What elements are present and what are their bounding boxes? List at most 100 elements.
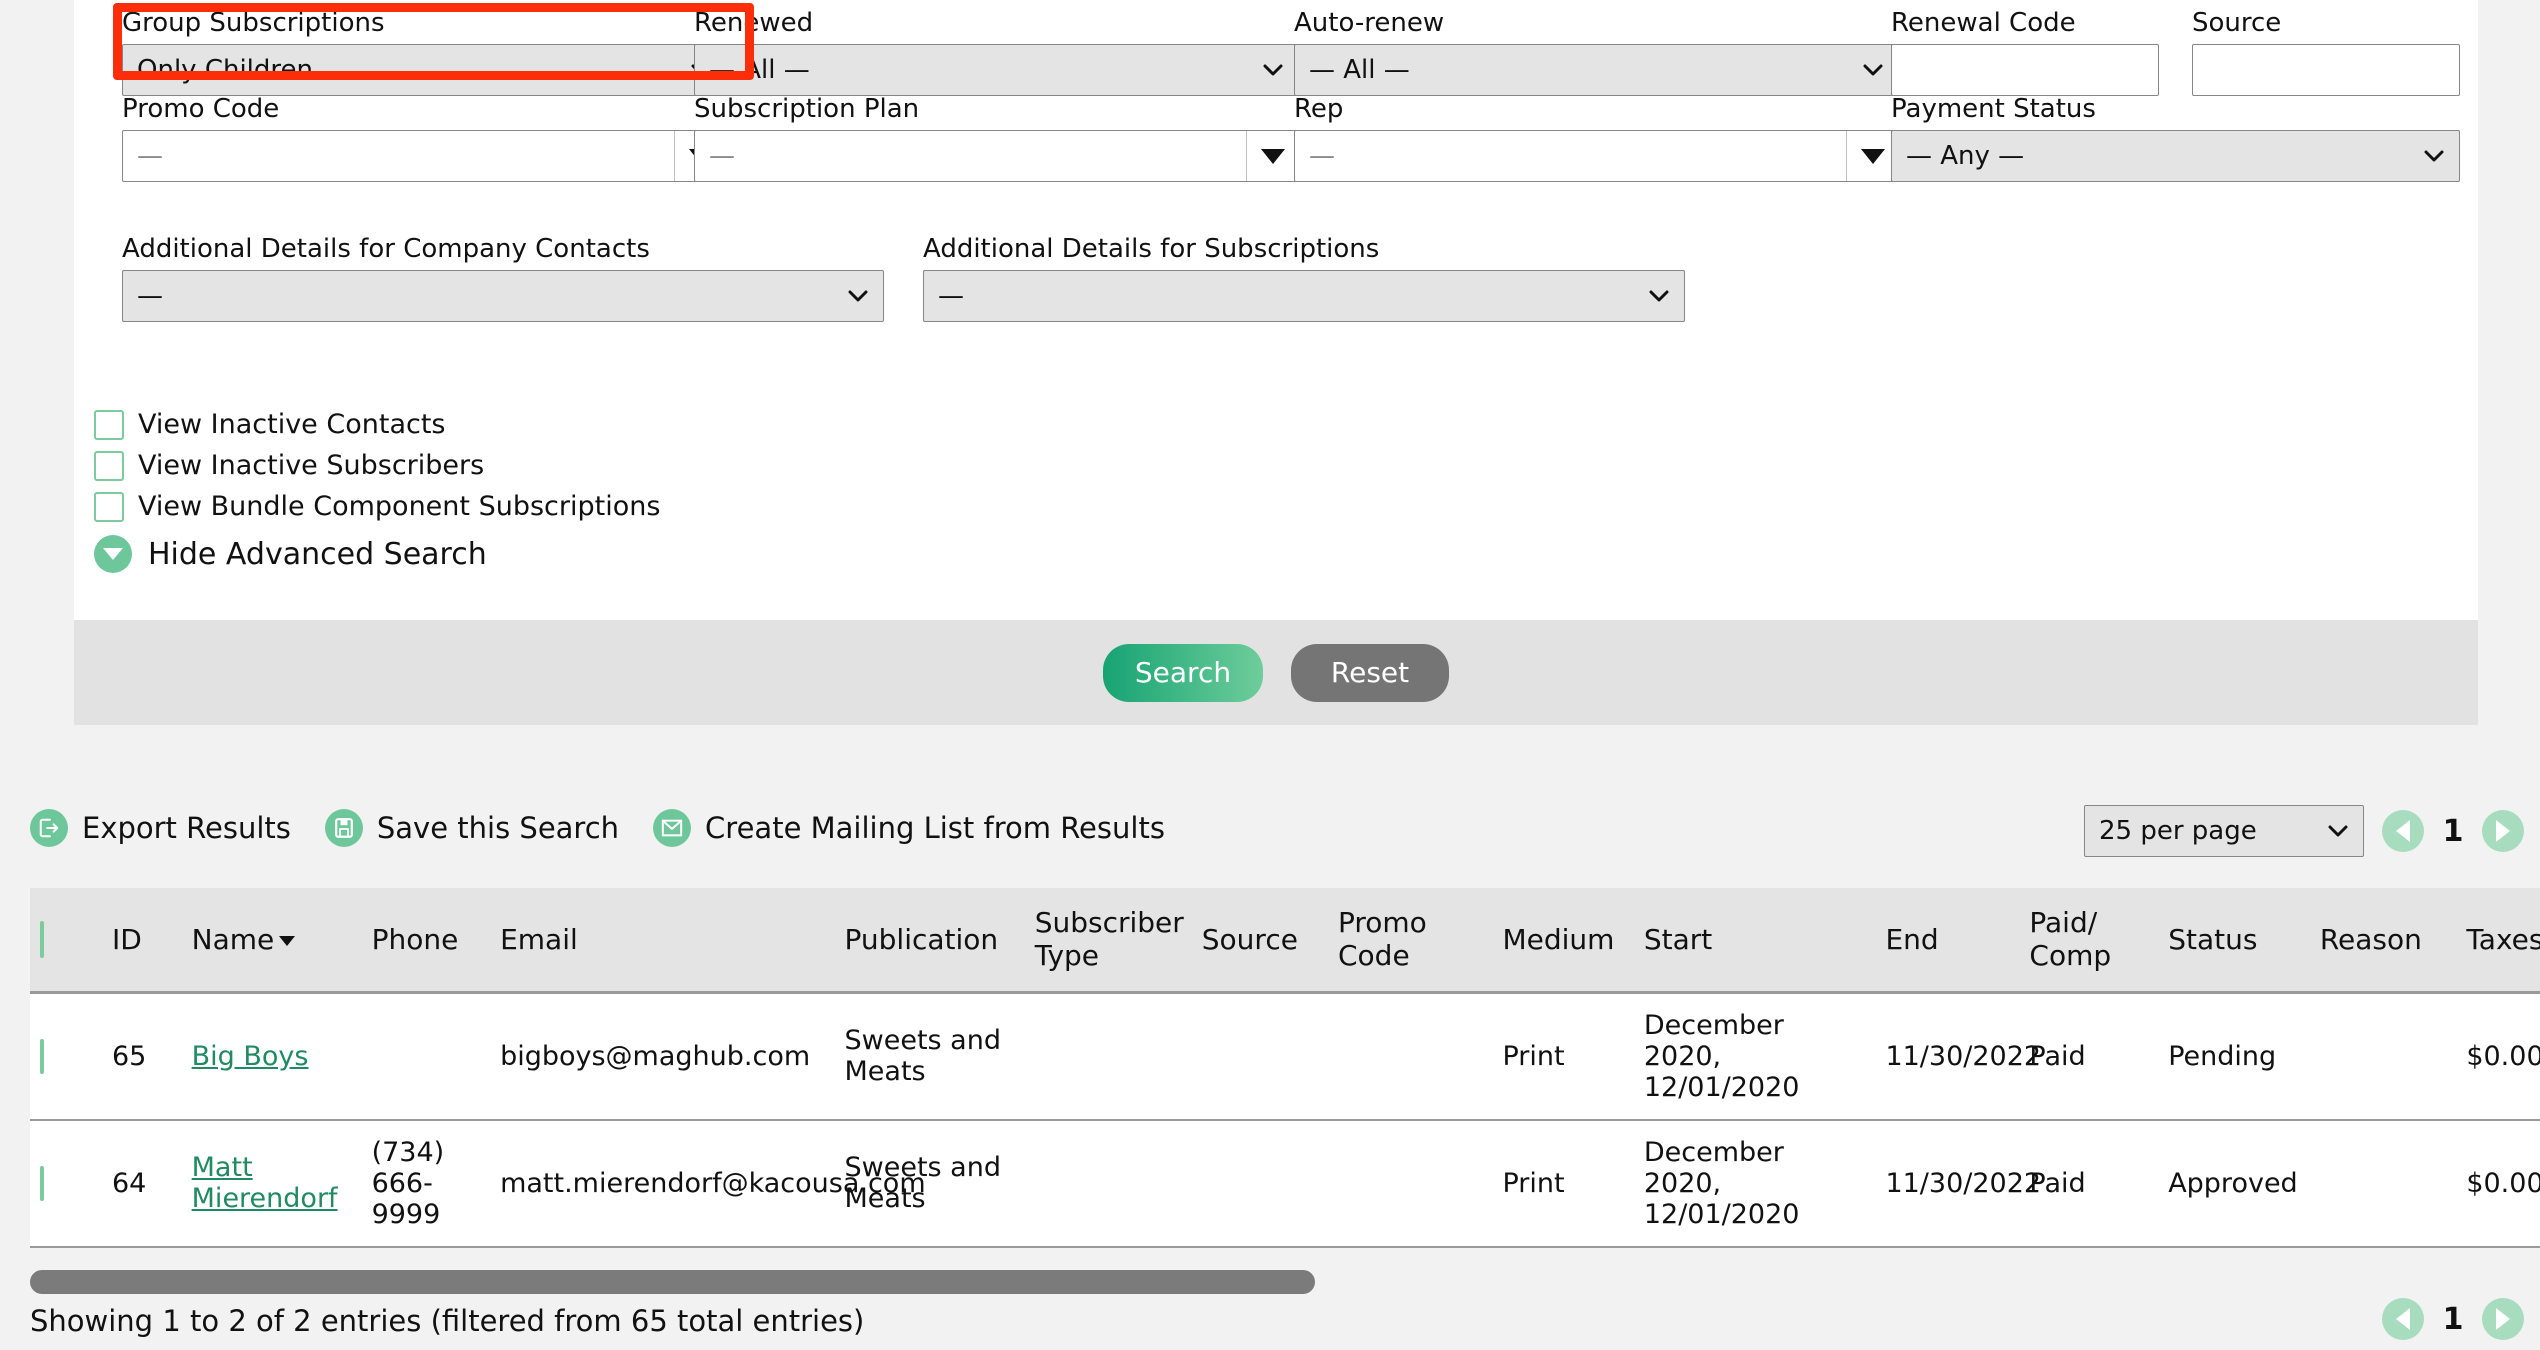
view-inactive-contacts-label: View Inactive Contacts [138,409,446,440]
select-all-checkbox[interactable] [40,920,44,958]
save-icon [324,809,363,847]
field-label-promo-code: Promo Code [122,94,280,124]
column-header-name[interactable]: Name [181,888,362,994]
renewed-select[interactable]: — All — [694,44,1299,96]
group-subscriptions-select[interactable]: Only Children [122,44,727,96]
column-header-medium[interactable]: Medium [1492,888,1634,994]
checkbox-row-view-inactive-contacts[interactable]: View Inactive Contacts [94,409,446,440]
table-row: 64 Matt Mierendorf (734) 666-9999 matt.m… [30,1119,2540,1248]
column-header-name-label: Name [191,922,275,956]
cell-phone: (734) 666-9999 [361,1119,491,1248]
field-additional-details-company-contacts: Additional Details for Company Contacts … [122,234,884,322]
cell-phone [361,992,491,1121]
cell-name: Big Boys [181,992,362,1121]
field-label-renewed: Renewed [694,8,814,38]
additional-details-company-contacts-select[interactable]: — [122,270,884,322]
column-header-end[interactable]: End [1875,888,2020,994]
cell-taxes: $0.00 [2456,992,2540,1121]
rep-combo[interactable]: — [1294,130,1899,182]
per-page-select[interactable]: 25 per page [2084,805,2364,857]
showing-entries-text: Showing 1 to 2 of 2 entries (filtered fr… [30,1304,865,1338]
export-results-action[interactable]: Export Results [30,809,291,847]
cell-subscriber-type [1024,992,1192,1121]
current-page-number-bottom: 1 [2442,1301,2464,1337]
cell-id: 64 [101,1119,182,1248]
field-label-group-subscriptions: Group Subscriptions [122,8,385,38]
column-header-subscriber-type[interactable]: Subscriber Type [1024,888,1192,994]
hide-advanced-search-toggle[interactable]: Hide Advanced Search [94,535,487,573]
field-label-subscription-plan: Subscription Plan [694,94,920,124]
renewal-code-input[interactable] [1891,44,2159,96]
prev-page-button-top[interactable] [2382,810,2424,852]
column-header-publication[interactable]: Publication [834,888,1025,994]
row-checkbox[interactable] [40,1165,44,1201]
reset-button[interactable]: Reset [1291,643,1449,702]
cell-publication: Sweets and Meats [834,1119,1025,1248]
table-horizontal-scrollbar[interactable] [30,1270,2510,1294]
view-bundle-component-subscriptions-checkbox[interactable] [94,491,124,522]
search-actions-band: Search Reset [74,620,2478,725]
current-page-number-top: 1 [2442,813,2464,849]
results-table-scroll-area[interactable]: ID Name Phone Email Publication Subscrib… [30,888,2540,1266]
next-page-button-top[interactable] [2482,810,2524,852]
save-this-search-action[interactable]: Save this Search [324,809,620,847]
next-page-button-bottom[interactable] [2482,1298,2524,1340]
left-gutter [0,0,74,620]
field-additional-details-subscriptions: Additional Details for Subscriptions — [923,234,1685,322]
subscription-plan-combo[interactable]: — [694,130,1299,182]
payment-status-select[interactable]: — Any — [1891,130,2460,182]
subscription-plan-dropdown-button[interactable] [1246,131,1298,181]
row-name-link[interactable]: Big Boys [192,1041,309,1072]
cell-reason [2309,1119,2457,1248]
column-header-start[interactable]: Start [1633,888,1876,994]
cell-promo-code [1327,1119,1493,1248]
column-header-source[interactable]: Source [1191,888,1328,994]
column-header-reason[interactable]: Reason [2309,888,2457,994]
page-root: Group Subscriptions Only Children Renewe… [0,0,2540,1350]
search-button[interactable]: Search [1103,643,1263,702]
envelope-icon [653,809,692,847]
cell-paid-comp: Paid [2019,992,2159,1121]
chevron-right-icon [2496,1308,2510,1330]
column-header-status[interactable]: Status [2158,888,2310,994]
cell-end: 11/30/2022 [1875,1119,2041,1248]
field-label-additional-details-subscriptions: Additional Details for Subscriptions [923,234,1380,264]
rep-value: — [1309,141,1335,171]
additional-details-subscriptions-select[interactable]: — [923,270,1685,322]
table-horizontal-scrollbar-thumb[interactable] [30,1270,1315,1294]
field-label-payment-status: Payment Status [1891,94,2096,124]
cell-end: 11/30/2022 [1875,992,2041,1121]
prev-page-button-bottom[interactable] [2382,1298,2424,1340]
column-header-promo-code[interactable]: Promo Code [1327,888,1493,994]
create-mailing-list-action[interactable]: Create Mailing List from Results [653,809,1165,847]
select-all-header [30,888,102,994]
cell-start: December 2020, 12/01/2020 [1633,992,1876,1121]
row-select-cell [30,992,102,1121]
create-mailing-list-label: Create Mailing List from Results [705,811,1165,845]
export-icon [30,809,68,847]
row-name-link[interactable]: Matt Mierendorf [192,1152,338,1214]
results-footer: Showing 1 to 2 of 2 entries (filtered fr… [0,1298,2540,1350]
field-source: Source [2192,8,2460,96]
save-this-search-label: Save this Search [376,811,620,845]
column-header-id[interactable]: ID [101,888,182,994]
row-checkbox[interactable] [40,1038,44,1074]
field-label-auto-renew: Auto-renew [1294,8,1445,38]
results-toolbar-actions: Export Results Save this Search Create M… [30,809,1199,847]
auto-renew-select[interactable]: — All — [1294,44,1899,96]
advanced-search-panel: Group Subscriptions Only Children Renewe… [74,0,2478,620]
table-row: 65 Big Boys bigboys@maghub.com Sweets an… [30,992,2540,1121]
column-header-phone[interactable]: Phone [361,888,491,994]
field-label-renewal-code: Renewal Code [1891,8,2076,38]
export-results-label: Export Results [82,811,291,845]
checkbox-row-view-bundle-component-subscriptions[interactable]: View Bundle Component Subscriptions [94,491,660,522]
column-header-taxes[interactable]: Taxes [2456,888,2540,994]
checkbox-row-view-inactive-subscribers[interactable]: View Inactive Subscribers [94,450,484,481]
view-inactive-subscribers-checkbox[interactable] [94,450,124,481]
promo-code-combo[interactable]: — [122,130,727,182]
source-input[interactable] [2192,44,2460,96]
view-inactive-contacts-checkbox[interactable] [94,409,124,440]
caret-down-icon [1260,148,1285,164]
column-header-paid-comp[interactable]: Paid/ Comp [2019,888,2159,994]
column-header-email[interactable]: Email [490,888,835,994]
